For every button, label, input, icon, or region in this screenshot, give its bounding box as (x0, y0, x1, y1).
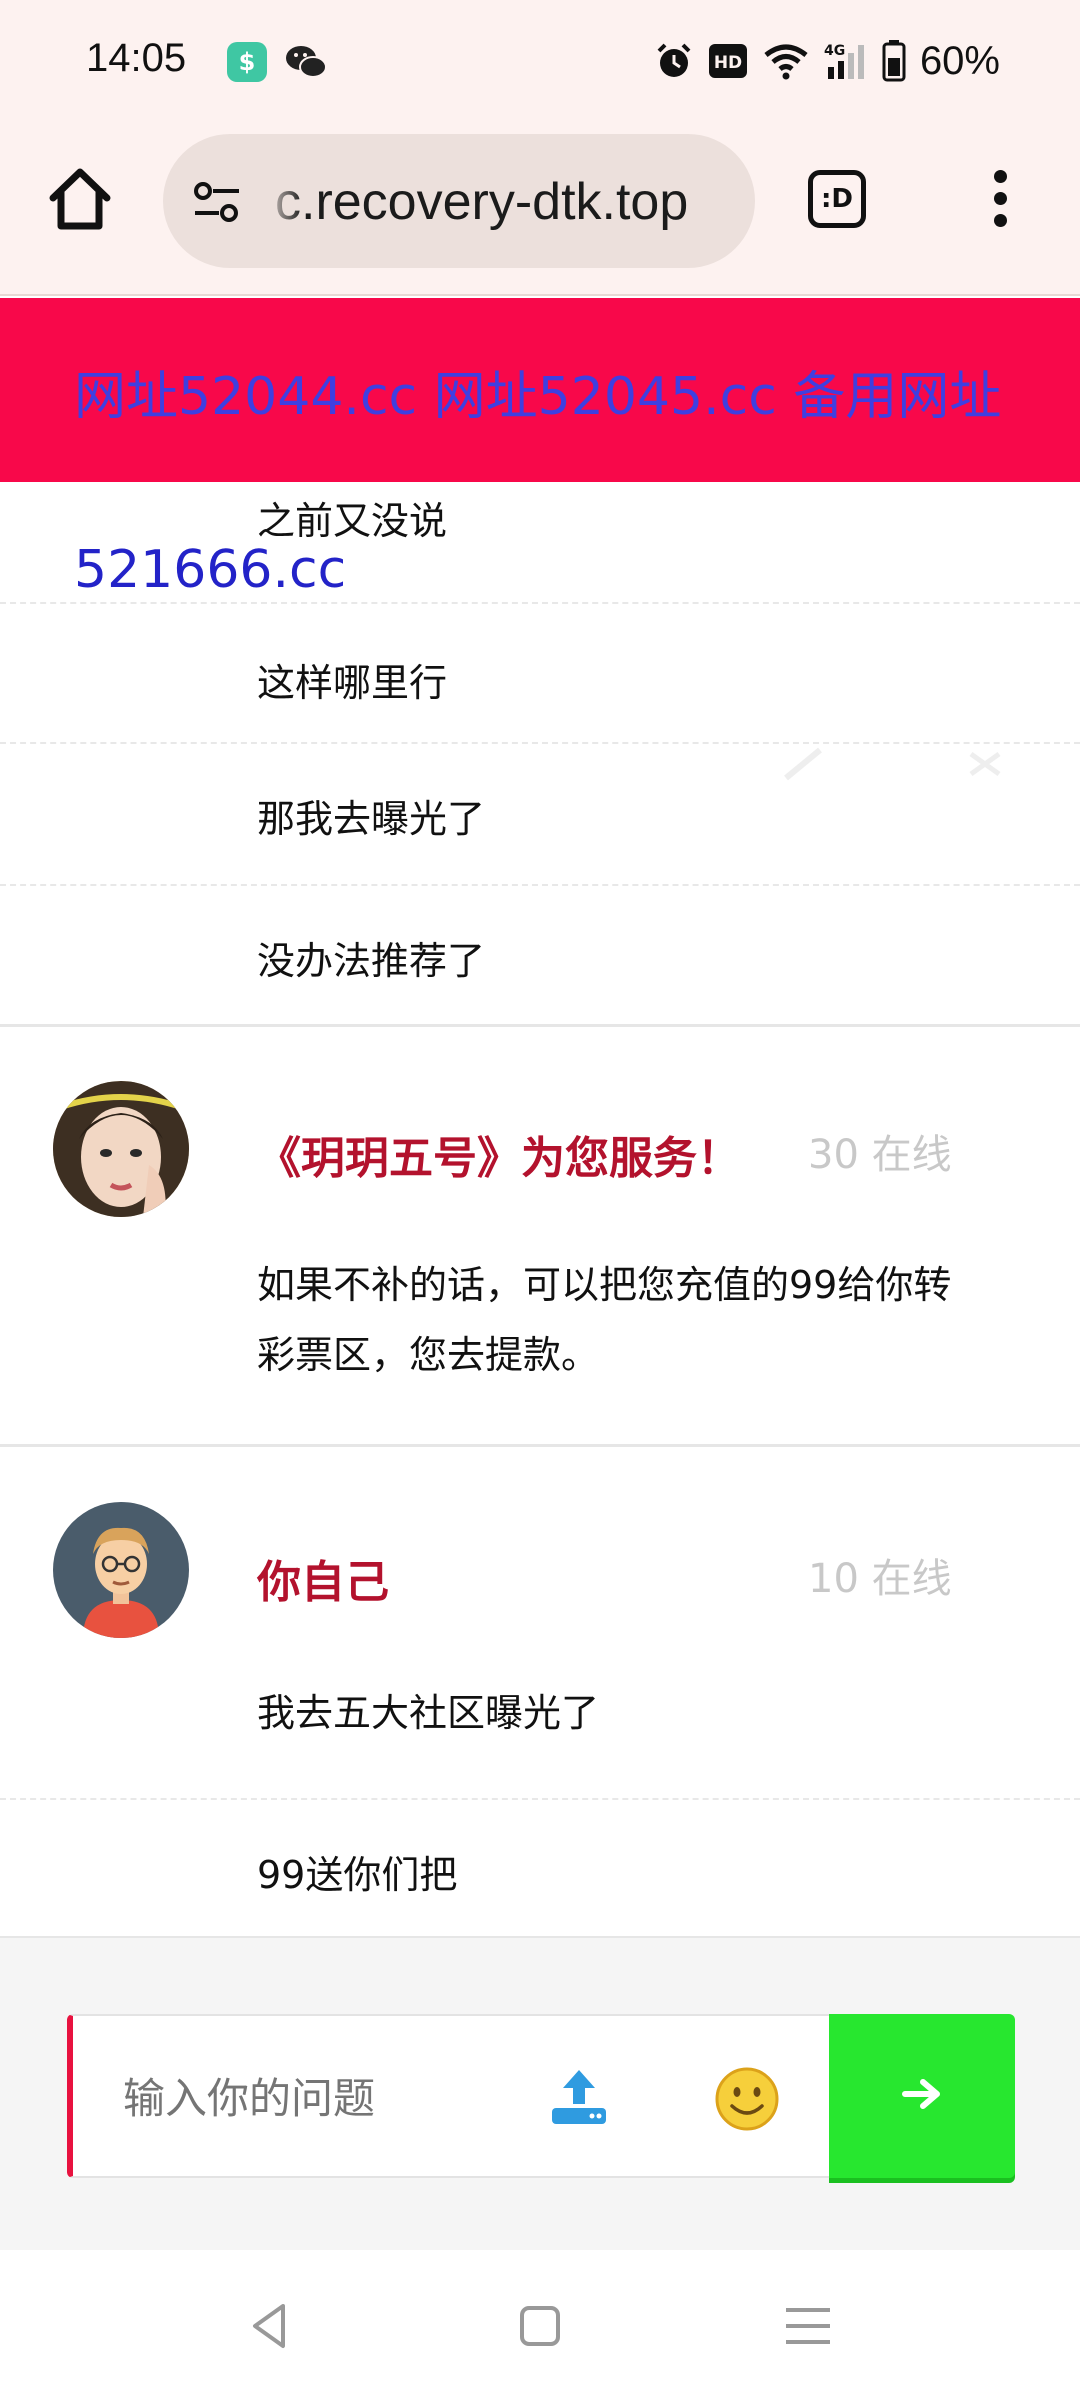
url-bar[interactable]: c.recovery-dtk.top (163, 134, 755, 268)
home-square-icon[interactable] (512, 2298, 568, 2354)
list-item: 99送你们把 (0, 1800, 1080, 1938)
chat-input-area (0, 1938, 1080, 2250)
question-input[interactable] (123, 2068, 503, 2128)
list-item: 没办法推荐了 (0, 886, 1080, 1026)
url-text[interactable]: c.recovery-dtk.top (275, 172, 688, 232)
list-item: 那我去曝光了 (0, 744, 1080, 886)
message-text: 我去五大社区曝光了 (257, 1691, 600, 1735)
list-item: 这样哪里行 (0, 604, 1080, 744)
wifi-icon (764, 44, 808, 80)
send-button[interactable] (829, 2014, 1015, 2178)
battery-icon (882, 40, 906, 82)
browser-toolbar: c.recovery-dtk.top :D (0, 126, 1080, 296)
agent-message: 如果不补的话，可以把您充值的99给你转彩票区，您去提款。 (257, 1263, 952, 1377)
back-icon[interactable] (243, 2298, 299, 2354)
message-text: 没办法推荐了 (257, 939, 486, 983)
svg-text:HD: HD (714, 53, 742, 73)
alarm-icon (657, 43, 691, 77)
tab-switcher-button[interactable]: :D (808, 170, 866, 228)
system-nav-bar (0, 2250, 1080, 2400)
battery-percent: 60% (919, 38, 1000, 83)
emoji-icon[interactable] (714, 2066, 780, 2132)
agent-name: 《玥玥五号》为您服务！ (257, 1133, 741, 1184)
message-text: 99送你们把 (257, 1853, 458, 1897)
list-item: 我去五大社区曝光了 (0, 1660, 1080, 1800)
wechat-icon (286, 46, 327, 78)
message-text: 那我去曝光了 (257, 797, 486, 841)
faint-close-icon (969, 751, 1001, 777)
message-text: 这样哪里行 (257, 661, 448, 705)
arrow-right-icon (902, 2079, 940, 2109)
hd-icon: HD (708, 44, 747, 78)
upload-icon[interactable] (548, 2066, 610, 2128)
signal-4g-icon: 4G (824, 43, 864, 79)
promo-banner[interactable]: 网址52044.cc 网址52045.cc 备用网址 (0, 298, 1080, 482)
self-name: 你自己 (257, 1557, 389, 1608)
chat-input-box (67, 2014, 1015, 2178)
message-text: 之前又没说 (257, 499, 448, 543)
user-avatar (53, 1502, 189, 1638)
home-icon[interactable] (45, 164, 115, 234)
more-menu-icon[interactable] (980, 166, 1020, 236)
recents-icon[interactable] (780, 2298, 836, 2354)
agent-online-count: 30 在线 (808, 1132, 952, 1178)
banner-text[interactable]: 网址52044.cc 网址52045.cc 备用网址 (74, 354, 1001, 429)
agent-avatar (53, 1081, 189, 1217)
status-time: 14:05 (86, 36, 187, 80)
svg-text:4G: 4G (824, 43, 845, 59)
shield-app-icon: $ (227, 42, 267, 82)
divider (0, 1444, 1080, 1447)
self-online-count: 10 在线 (808, 1556, 952, 1602)
faint-edit-icon (784, 747, 822, 781)
status-bar: 14:05 $ HD 4G 60% (0, 0, 1080, 126)
banner-extra-link[interactable]: 521666.cc (74, 540, 346, 600)
site-settings-icon[interactable] (189, 174, 245, 230)
divider (0, 1024, 1080, 1027)
